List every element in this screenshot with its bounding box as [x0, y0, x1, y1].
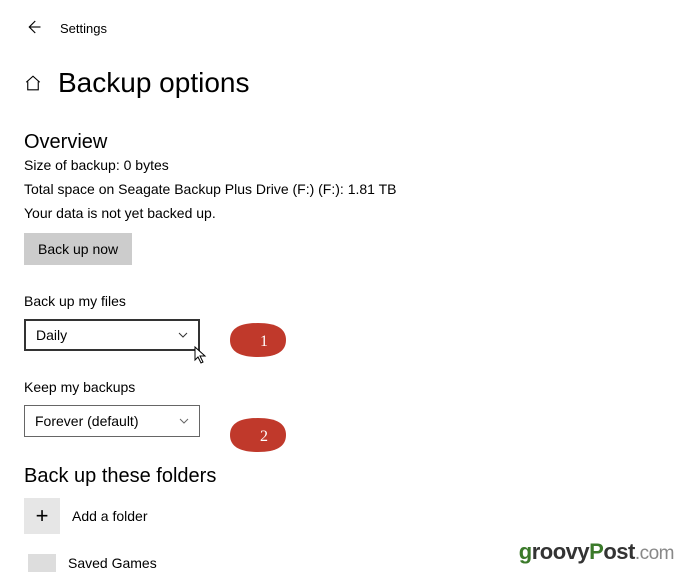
- add-folder-label: Add a folder: [72, 508, 148, 524]
- svg-text:2: 2: [260, 428, 268, 445]
- chevron-down-icon: [179, 416, 189, 426]
- backup-now-button[interactable]: Back up now: [24, 233, 132, 265]
- backup-space-text: Total space on Seagate Backup Plus Drive…: [24, 181, 676, 197]
- backup-frequency-label: Back up my files: [24, 293, 676, 309]
- annotation-callout-2: 2: [228, 416, 288, 454]
- settings-label: Settings: [60, 21, 107, 36]
- back-button[interactable]: [24, 18, 42, 39]
- keep-backups-dropdown[interactable]: Forever (default): [24, 405, 200, 437]
- folder-icon: [28, 554, 56, 572]
- plus-icon: +: [24, 498, 60, 534]
- chevron-down-icon: [178, 330, 188, 340]
- keep-backups-label: Keep my backups: [24, 379, 676, 395]
- page-title: Backup options: [58, 67, 249, 99]
- home-icon[interactable]: [24, 74, 42, 92]
- backup-frequency-dropdown[interactable]: Daily: [24, 319, 200, 351]
- annotation-callout-1: 1: [228, 321, 288, 359]
- add-folder-button[interactable]: + Add a folder: [24, 498, 676, 534]
- folder-item-label: Saved Games: [68, 555, 157, 571]
- overview-heading: Overview: [24, 131, 676, 154]
- backup-status-text: Your data is not yet backed up.: [24, 205, 676, 221]
- folders-heading: Back up these folders: [24, 465, 676, 488]
- backup-frequency-value: Daily: [36, 327, 67, 343]
- watermark-logo: groovyPost.com: [519, 539, 674, 565]
- backup-size-text: Size of backup: 0 bytes: [24, 157, 676, 173]
- keep-backups-value: Forever (default): [35, 413, 138, 429]
- svg-text:1: 1: [260, 333, 268, 350]
